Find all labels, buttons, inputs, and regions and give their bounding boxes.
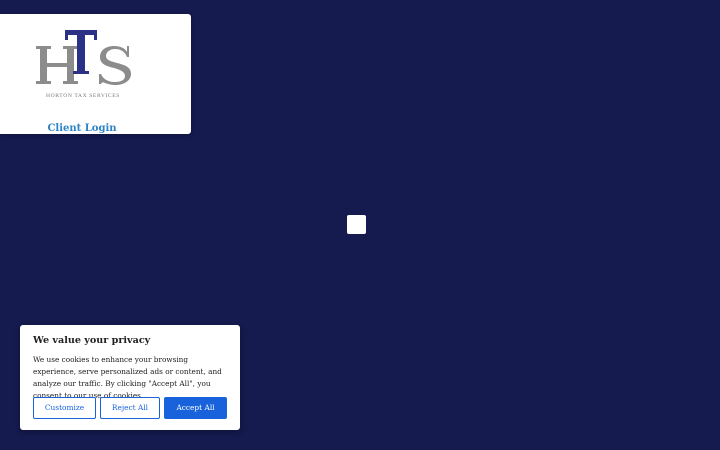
site-header: HORTON TAX SERVICES Client Login — [0, 14, 191, 134]
page: HORTON TAX SERVICES Client Login We valu… — [0, 0, 720, 450]
reject-all-button[interactable]: Reject All — [100, 397, 160, 419]
accept-all-button[interactable]: Accept All — [164, 397, 227, 419]
cookie-banner-title: We value your privacy — [33, 335, 151, 346]
customize-button[interactable]: Customize — [33, 397, 96, 419]
logo-company-name: HORTON TAX SERVICES — [46, 93, 120, 99]
cookie-consent-banner: We value your privacy We use cookies to … — [20, 325, 240, 430]
client-login-link[interactable]: Client Login — [0, 123, 164, 134]
cookie-banner-actions: Customize Reject All Accept All — [33, 397, 227, 419]
cookie-banner-description: We use cookies to enhance your browsing … — [33, 355, 222, 400]
loading-spinner-icon — [347, 215, 366, 234]
